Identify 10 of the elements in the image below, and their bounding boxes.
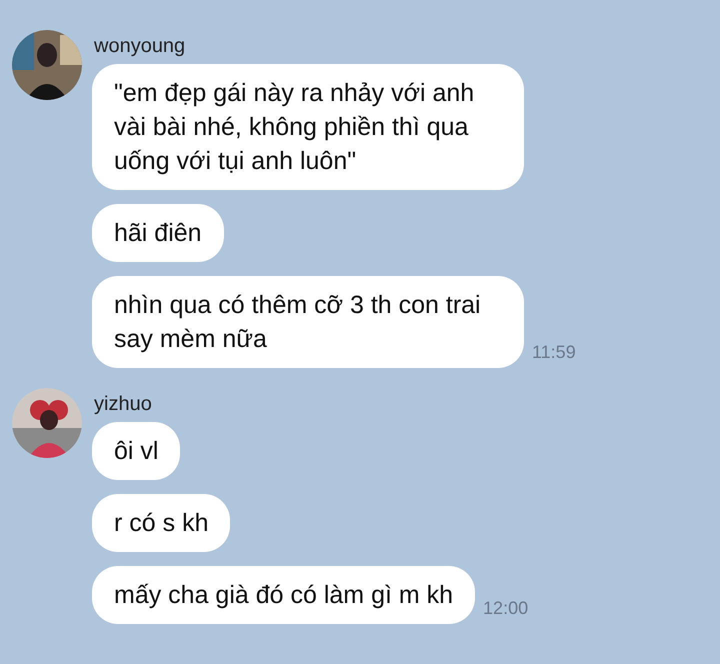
message-bubble: nhìn qua có thêm cỡ 3 th con trai say mèm nữa: [92, 276, 524, 368]
sender-name: wonyoung: [94, 34, 186, 58]
message-bubble: r có s kh: [92, 494, 230, 552]
timestamp: 12:00: [483, 597, 528, 620]
message-bubble: mấy cha già đó có làm gì m kh: [92, 566, 476, 624]
message-bubble: hãi điên: [92, 204, 224, 262]
sender-name: yizhuo: [94, 392, 153, 416]
timestamp: 11:59: [532, 341, 576, 364]
message-bubble: "em đẹp gái này ra nhảy với anh vài bài nhé, không phiền thì qua uống với tụi anh luôn": [92, 64, 524, 190]
message-bubble: ôi vl: [92, 422, 180, 480]
